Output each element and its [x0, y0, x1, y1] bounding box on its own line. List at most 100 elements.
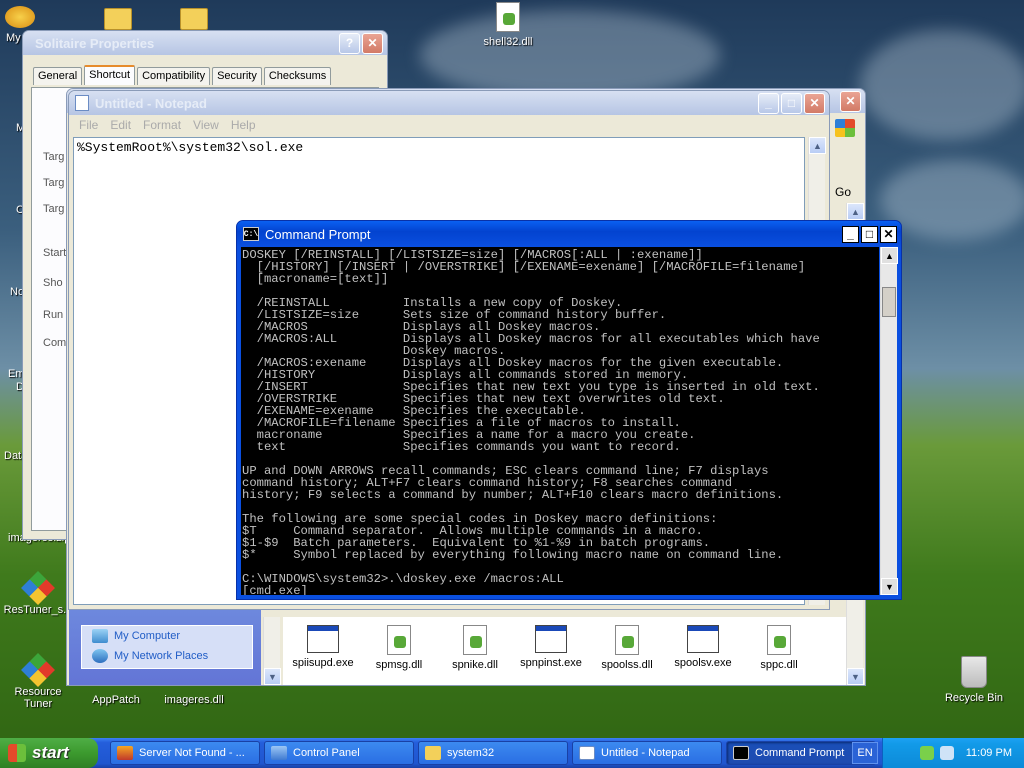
cmd-icon — [733, 746, 749, 760]
scroll-down-arrow[interactable]: ▼ — [881, 578, 898, 595]
scroll-up-arrow[interactable]: ▲ — [881, 247, 898, 264]
desktop-icon-imageres-dll[interactable]: imageres.dll — [156, 694, 232, 706]
go-button[interactable]: Go — [835, 185, 851, 199]
taskbar-button-label: Command Prompt — [755, 747, 845, 759]
target-label: Targ — [43, 203, 65, 215]
minimize-button[interactable]: _ — [758, 92, 779, 114]
properties-tabs: General Shortcut Compatibility Security … — [33, 65, 333, 85]
file-item[interactable]: spoolss.dll — [587, 625, 667, 671]
my-network-places-link[interactable]: My Network Places — [82, 646, 252, 666]
exe-file-icon — [535, 625, 567, 653]
tab-checksums[interactable]: Checksums — [263, 67, 332, 85]
windows-flag-icon — [8, 744, 26, 762]
target-location-label: Targ — [43, 177, 65, 189]
file-name: spnike.dll — [452, 659, 498, 671]
link-label: My Network Places — [114, 650, 209, 662]
window-title: Solitaire Properties — [35, 35, 155, 51]
menu-view[interactable]: View — [187, 118, 225, 132]
desktop-icon-shell32[interactable]: shell32.dll — [470, 2, 546, 48]
file-item[interactable]: spoolsv.exe — [663, 625, 743, 669]
file-item[interactable]: spnpinst.exe — [511, 625, 591, 669]
menu-file[interactable]: File — [73, 118, 104, 132]
desktop-icon-label: Recycle Bin — [944, 692, 1004, 704]
tab-security[interactable]: Security — [212, 67, 262, 85]
file-item[interactable]: sppc.dll — [739, 625, 819, 671]
language-indicator[interactable]: EN — [852, 742, 878, 764]
dll-file-icon — [463, 625, 487, 655]
taskbar-button-system32[interactable]: system32 — [418, 741, 568, 765]
file-item[interactable]: spnike.dll — [435, 625, 515, 671]
file-name: spmsg.dll — [375, 659, 423, 671]
control-panel-icon — [271, 746, 287, 760]
desktop-icon-apppatch[interactable]: AppPatch — [78, 694, 154, 706]
restuner-icon — [21, 653, 55, 687]
notepad-titlebar[interactable]: Untitled - Notepad _ □ ✕ — [69, 91, 829, 115]
desktop-icon-recycle-bin[interactable]: Recycle Bin — [936, 656, 1012, 704]
window-title: Command Prompt — [265, 226, 371, 242]
shortcut-key-label: Sho — [43, 277, 63, 289]
clock[interactable]: 11:09 PM — [966, 747, 1012, 759]
desktop-icon-label: shell32.dll — [483, 36, 533, 48]
taskbar-button-browser[interactable]: Server Not Found - ... — [110, 741, 260, 765]
tab-shortcut[interactable]: Shortcut — [84, 65, 136, 85]
close-button[interactable]: ✕ — [362, 32, 383, 54]
solitaire-icon — [5, 6, 35, 28]
file-name: spiisupd.exe — [292, 657, 354, 669]
windows-logo-icon — [835, 119, 855, 137]
scroll-down-arrow[interactable]: ▼ — [264, 668, 281, 685]
file-name: spoolsv.exe — [674, 657, 732, 669]
start-button[interactable]: start — [0, 738, 98, 768]
scrollbar-thumb[interactable] — [882, 287, 896, 317]
solitaire-properties-titlebar[interactable]: Solitaire Properties ? ✕ — [23, 31, 387, 55]
system-tray: 11:09 PM — [882, 738, 1024, 768]
exe-file-icon — [687, 625, 719, 653]
maximize-button[interactable]: □ — [781, 92, 802, 114]
menu-format[interactable]: Format — [137, 118, 187, 132]
taskbar-button-label: Untitled - Notepad — [601, 747, 690, 759]
command-prompt-window: C:\ Command Prompt _ □ ✕ DOSKEY [/REINST… — [236, 220, 902, 600]
cmd-titlebar[interactable]: C:\ Command Prompt _ □ ✕ — [237, 221, 901, 247]
file-name: spnpinst.exe — [520, 657, 582, 669]
close-button[interactable]: ✕ — [840, 90, 861, 112]
taskbar-button-notepad[interactable]: Untitled - Notepad — [572, 741, 722, 765]
target-type-label: Targ — [43, 151, 65, 163]
help-button[interactable]: ? — [339, 32, 360, 54]
minimize-button[interactable]: _ — [842, 225, 859, 243]
scroll-up-arrow[interactable]: ▲ — [847, 203, 864, 220]
desktop-icon-label: ResTuner_s... — [3, 604, 73, 616]
link-label: My Computer — [114, 630, 181, 642]
menu-help[interactable]: Help — [225, 118, 262, 132]
file-item[interactable]: spiisupd.exe — [283, 625, 363, 669]
scroll-up-arrow[interactable]: ▲ — [809, 137, 826, 154]
my-computer-link[interactable]: My Computer — [82, 626, 252, 646]
tray-network-icon[interactable] — [919, 746, 934, 760]
cmd-console-output[interactable]: DOSKEY [/REINSTALL] [/LISTSIZE=size] [/M… — [241, 247, 879, 595]
dll-file-icon — [387, 625, 411, 655]
folder-icon — [425, 746, 441, 760]
cloud — [420, 10, 720, 100]
maximize-button[interactable]: □ — [861, 225, 878, 243]
file-name: sppc.dll — [760, 659, 798, 671]
taskbar-button-control-panel[interactable]: Control Panel — [264, 741, 414, 765]
cloud — [860, 30, 1024, 140]
cmd-scrollbar[interactable]: ▲ ▼ — [880, 247, 898, 595]
folder-icon — [104, 8, 132, 30]
menu-edit[interactable]: Edit — [104, 118, 137, 132]
desktop-icon-resource-tuner[interactable]: Resource Tuner — [0, 653, 76, 710]
desktop-icon-restuner-setup[interactable]: ResTuner_s... — [0, 571, 76, 616]
tray-volume-icon[interactable] — [939, 746, 954, 760]
cmd-output-line: history; F9 selects a command by number;… — [242, 488, 784, 502]
close-button[interactable]: ✕ — [880, 225, 897, 243]
tab-compatibility[interactable]: Compatibility — [137, 67, 211, 85]
close-button[interactable]: ✕ — [804, 92, 825, 114]
network-icon — [92, 649, 108, 663]
tasks-pane-scrollbar[interactable]: ▼ — [263, 617, 281, 685]
cmd-output-line: text Specifies commands you want to reco… — [242, 440, 681, 454]
cmd-icon: C:\ — [243, 227, 259, 241]
file-item[interactable]: spmsg.dll — [359, 625, 439, 671]
scroll-down-arrow[interactable]: ▼ — [847, 668, 864, 685]
computer-icon — [92, 629, 108, 643]
tab-general[interactable]: General — [33, 67, 83, 85]
desktop-icon-label: Resource Tuner — [14, 686, 62, 710]
dll-file-icon — [767, 625, 791, 655]
